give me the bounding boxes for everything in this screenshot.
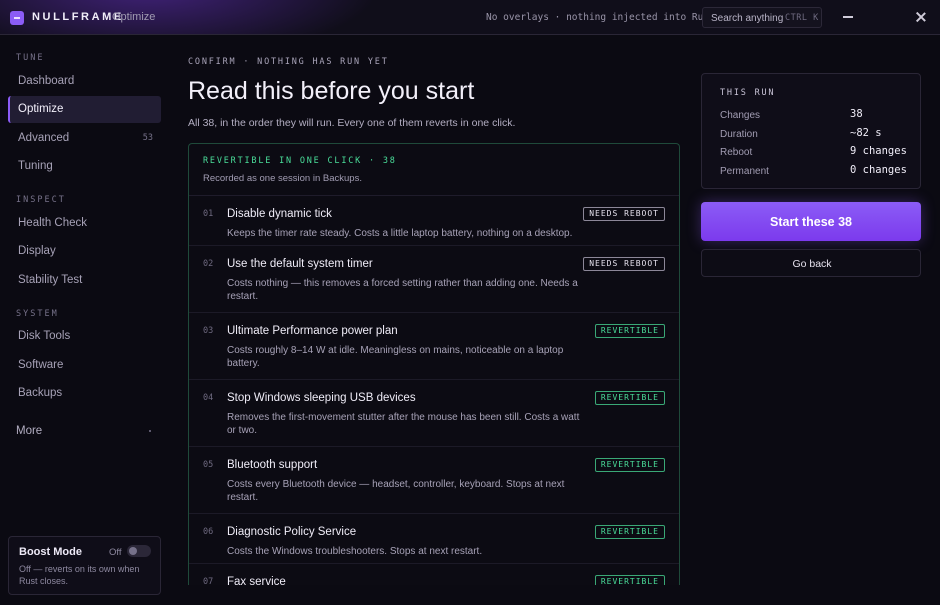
sidebar-item-more[interactable]: More xyxy=(8,418,161,445)
change-number: 04 xyxy=(203,393,214,403)
boost-mode-description: Off — reverts on its own when Rust close… xyxy=(19,564,140,586)
sidebar-item-label: More xyxy=(16,425,43,437)
change-title: Stop Windows sleeping USB devices xyxy=(227,392,416,404)
page-title: Read this before you start xyxy=(188,77,475,105)
change-row: 05 Bluetooth support Costs every Bluetoo… xyxy=(189,448,679,514)
changes-panel[interactable]: REVERTIBLE IN ONE CLICK · 38 Recorded as… xyxy=(188,143,680,585)
sidebar-item-label: Dashboard xyxy=(18,75,75,87)
sidebar-item-tuning[interactable]: Tuning xyxy=(8,153,161,180)
sidebar-group-label: INSPECT xyxy=(16,195,66,205)
start-button[interactable]: Start these 38 xyxy=(701,202,921,241)
sidebar-item-dashboard[interactable]: Dashboard xyxy=(8,68,161,95)
sidebar-item-label: Backups xyxy=(18,387,63,399)
search-box[interactable]: Search anything CTRL K xyxy=(702,7,822,28)
sidebar-group-label: TUNE xyxy=(16,53,45,63)
sidebar: TUNE Dashboard Optimize Advanced 53 Tunin… xyxy=(0,36,168,605)
panel-header: REVERTIBLE IN ONE CLICK · 38 Recorded as… xyxy=(189,144,679,196)
sidebar-group-label: SYSTEM xyxy=(16,309,59,319)
change-number: 06 xyxy=(203,527,214,537)
boost-mode-toggle[interactable] xyxy=(127,545,151,557)
needs-reboot-badge: NEEDS REBOOT xyxy=(583,257,665,271)
run-summary-card: THIS RUN Changes 38 Duration ~82 s Reboo… xyxy=(701,73,921,189)
change-title: Bluetooth support xyxy=(227,459,318,471)
change-number: 07 xyxy=(203,577,214,585)
summary-label: Permanent xyxy=(720,166,769,177)
sidebar-item-label: Disk Tools xyxy=(18,330,71,342)
run-summary-kicker: THIS RUN xyxy=(720,88,776,98)
current-section: Optimize xyxy=(112,11,156,23)
change-title: Diagnostic Policy Service xyxy=(227,526,357,538)
close-icon[interactable] xyxy=(912,8,930,26)
sidebar-item-advanced[interactable]: Advanced 53 xyxy=(8,125,161,152)
sidebar-item-label: Stability Test xyxy=(18,274,83,286)
revertible-badge: REVERTIBLE xyxy=(594,525,665,539)
sidebar-item-backups[interactable]: Backups xyxy=(8,380,161,407)
summary-value: ~82 s xyxy=(850,127,882,139)
change-description: Costs every Bluetooth device — headset, … xyxy=(227,479,565,503)
start-button-label: Start these 38 xyxy=(770,215,852,229)
change-title: Ultimate Performance power plan xyxy=(227,325,398,337)
search-placeholder: Search anything xyxy=(711,13,784,24)
sidebar-item-label: Optimize xyxy=(18,103,64,115)
summary-value: 0 changes xyxy=(850,164,907,176)
go-back-button-label: Go back xyxy=(792,258,832,270)
summary-label: Reboot xyxy=(720,147,753,158)
sidebar-item-disk-tools[interactable]: Disk Tools xyxy=(8,323,161,350)
summary-value: 9 changes xyxy=(850,145,907,157)
change-number: 02 xyxy=(203,259,214,269)
summary-value: 38 xyxy=(850,108,863,120)
boost-mode-title: Boost Mode xyxy=(19,546,82,558)
summary-label: Duration xyxy=(720,129,758,140)
change-number: 01 xyxy=(203,209,214,219)
panel-kicker: REVERTIBLE IN ONE CLICK · 38 xyxy=(203,156,397,166)
page-lead: All 38, in the order they will run. Ever… xyxy=(188,117,516,129)
change-title: Disable dynamic tick xyxy=(227,208,332,220)
revertible-badge: REVERTIBLE xyxy=(594,324,665,338)
panel-subtitle: Recorded as one session in Backups. xyxy=(203,173,362,184)
boost-mode-state: Off xyxy=(109,547,122,558)
needs-reboot-badge: NEEDS REBOOT xyxy=(583,207,665,221)
confirm-status: CONFIRM · NOTHING HAS RUN YET xyxy=(188,57,389,67)
change-row: 07 Fax service REVERTIBLE xyxy=(189,565,679,585)
sidebar-item-label: Display xyxy=(18,245,56,257)
minimize-icon[interactable] xyxy=(843,16,853,18)
sidebar-item-label: Health Check xyxy=(18,217,88,229)
summary-label: Changes xyxy=(720,110,761,121)
sidebar-item-display[interactable]: Display xyxy=(8,238,161,265)
sidebar-item-optimize[interactable]: Optimize xyxy=(8,96,161,123)
change-description: Costs roughly 8–14 W at idle. Meaningles… xyxy=(227,345,564,369)
revertible-badge: REVERTIBLE xyxy=(594,458,665,472)
change-title: Use the default system timer xyxy=(227,258,373,270)
title-bar: NULLFRAME Optimize No overlays · nothing… xyxy=(0,0,940,35)
change-row: 02 Use the default system timer Costs no… xyxy=(189,247,679,313)
revertible-badge: REVERTIBLE xyxy=(594,391,665,405)
change-description: Keeps the timer rate steady. Costs a lit… xyxy=(227,228,573,239)
change-row: 04 Stop Windows sleeping USB devices Rem… xyxy=(189,381,679,447)
brand-name: NULLFRAME xyxy=(32,11,124,23)
revertible-badge: REVERTIBLE xyxy=(594,575,665,585)
sidebar-item-label: Tuning xyxy=(18,160,53,172)
change-number: 03 xyxy=(203,326,214,336)
sidebar-item-label: Software xyxy=(18,359,64,371)
search-shortcut: CTRL K xyxy=(785,13,819,23)
change-row: 01 Disable dynamic tick Keeps the timer … xyxy=(189,197,679,246)
brand-logo-icon xyxy=(10,11,24,25)
sidebar-item-software[interactable]: Software xyxy=(8,352,161,379)
advanced-count-badge: 53 xyxy=(142,133,153,143)
change-title: Fax service xyxy=(227,576,286,585)
change-row: 03 Ultimate Performance power plan Costs… xyxy=(189,314,679,380)
change-row: 06 Diagnostic Policy Service Costs the W… xyxy=(189,515,679,564)
sidebar-item-label: Advanced xyxy=(18,132,70,144)
sidebar-item-health-check[interactable]: Health Check xyxy=(8,210,161,237)
status-note: No overlays · nothing injected into Rust xyxy=(486,12,715,23)
more-indicator-icon xyxy=(149,430,151,432)
boost-mode-card: Boost Mode Off Off — reverts on its own … xyxy=(8,536,161,595)
change-description: Costs the Windows troubleshooters. Stops… xyxy=(227,546,483,557)
change-description: Costs nothing — this removes a forced se… xyxy=(227,278,578,302)
sidebar-item-stability-test[interactable]: Stability Test xyxy=(8,267,161,294)
change-description: Removes the first-movement stutter after… xyxy=(227,412,580,436)
change-number: 05 xyxy=(203,460,214,470)
go-back-button[interactable]: Go back xyxy=(701,249,921,277)
